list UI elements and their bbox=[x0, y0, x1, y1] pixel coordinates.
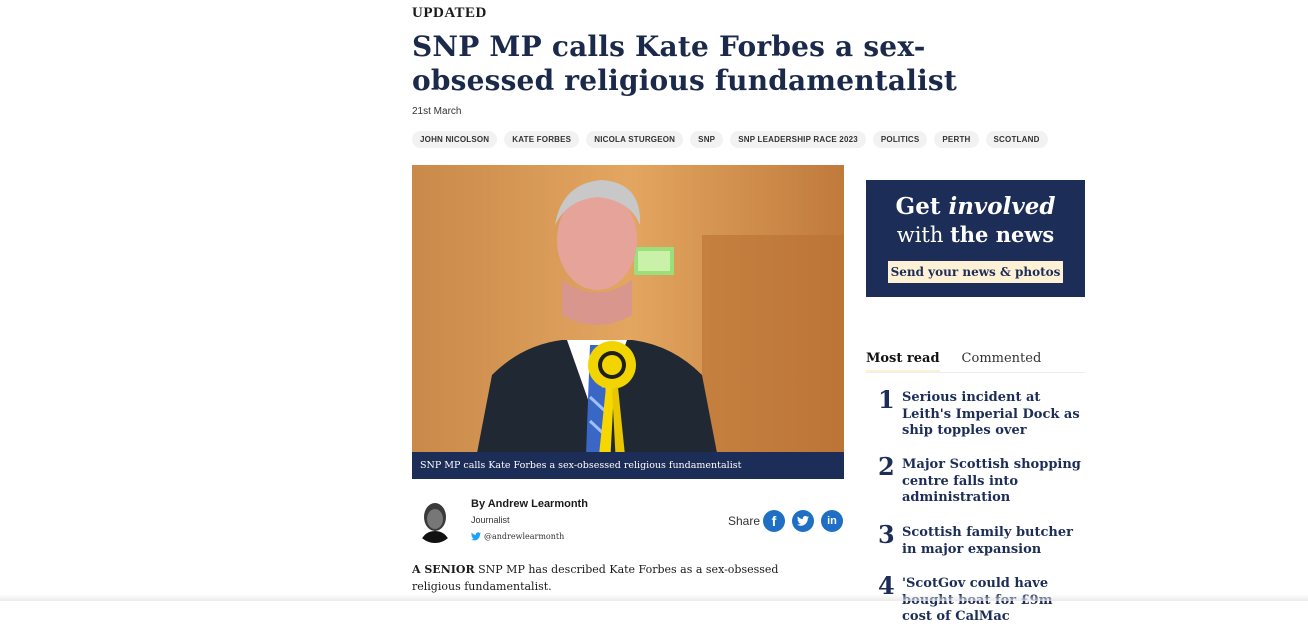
hero-image[interactable]: SNP MP calls Kate Forbes a sex-obsessed … bbox=[412, 165, 844, 479]
tab-commented[interactable]: Commented bbox=[962, 351, 1042, 373]
tag-nicola-sturgeon[interactable]: NICOLA STURGEON bbox=[586, 131, 684, 148]
tag-scotland[interactable]: SCOTLAND bbox=[985, 131, 1048, 148]
most-read-title[interactable]: Serious incident at Leith's Imperial Doc… bbox=[902, 390, 1084, 440]
tag-kate-forbes[interactable]: KATE FORBES bbox=[504, 131, 580, 148]
most-read-title[interactable]: Scottish family butcher in major expansi… bbox=[902, 525, 1084, 558]
updated-label: UPDATED bbox=[412, 5, 487, 21]
twitter-icon bbox=[471, 532, 481, 541]
sidebar-tabs: Most read Commented bbox=[866, 351, 1041, 373]
author-role: Journalist bbox=[471, 515, 510, 525]
rank-number: 2 bbox=[878, 452, 895, 481]
linkedin-share-button[interactable]: in bbox=[821, 510, 843, 532]
image-caption: SNP MP calls Kate Forbes a sex-obsessed … bbox=[412, 452, 844, 479]
author-avatar[interactable] bbox=[414, 497, 456, 543]
author-portrait-illustration bbox=[414, 497, 456, 543]
tag-list: JOHN NICOLSON KATE FORBES NICOLA STURGEO… bbox=[412, 131, 1048, 148]
facebook-icon: f bbox=[771, 513, 777, 529]
share-label: Share bbox=[728, 514, 761, 528]
author-byline[interactable]: By Andrew Learmonth bbox=[471, 498, 588, 510]
rank-number: 1 bbox=[878, 385, 895, 414]
tag-politics[interactable]: POLITICS bbox=[872, 131, 928, 148]
linkedin-icon: in bbox=[827, 515, 837, 527]
twitter-handle: @andrewlearmonth bbox=[484, 532, 565, 541]
promo-line-1: Get involved bbox=[895, 193, 1056, 220]
article-date: 21st March bbox=[412, 106, 462, 117]
get-involved-promo: Get involved with the news Send your new… bbox=[866, 180, 1085, 297]
author-twitter[interactable]: @andrewlearmonth bbox=[471, 532, 564, 541]
tab-most-read[interactable]: Most read bbox=[866, 351, 940, 373]
bottom-fade bbox=[0, 594, 1308, 601]
body-lead: A SENIOR bbox=[412, 563, 475, 576]
facebook-share-button[interactable]: f bbox=[763, 510, 785, 532]
rank-number: 3 bbox=[878, 520, 895, 549]
tag-john-nicolson[interactable]: JOHN NICOLSON bbox=[412, 131, 498, 148]
twitter-icon bbox=[797, 516, 809, 526]
article-headline: SNP MP calls Kate Forbes a sex-obsessed … bbox=[412, 30, 958, 97]
send-news-button[interactable]: Send your news & photos bbox=[888, 261, 1063, 283]
promo-line-2: with the news bbox=[896, 222, 1055, 247]
twitter-share-button[interactable] bbox=[792, 510, 814, 532]
tab-divider bbox=[866, 372, 1085, 373]
article-body-paragraph: A SENIOR SNP MP has described Kate Forbe… bbox=[412, 561, 812, 595]
tag-snp-leadership-race[interactable]: SNP LEADERSHIP RACE 2023 bbox=[730, 131, 866, 148]
hero-photo-illustration bbox=[412, 165, 844, 479]
tag-snp[interactable]: SNP bbox=[690, 131, 724, 148]
most-read-title[interactable]: Major Scottish shopping centre falls int… bbox=[902, 457, 1084, 507]
tag-perth[interactable]: PERTH bbox=[934, 131, 979, 148]
